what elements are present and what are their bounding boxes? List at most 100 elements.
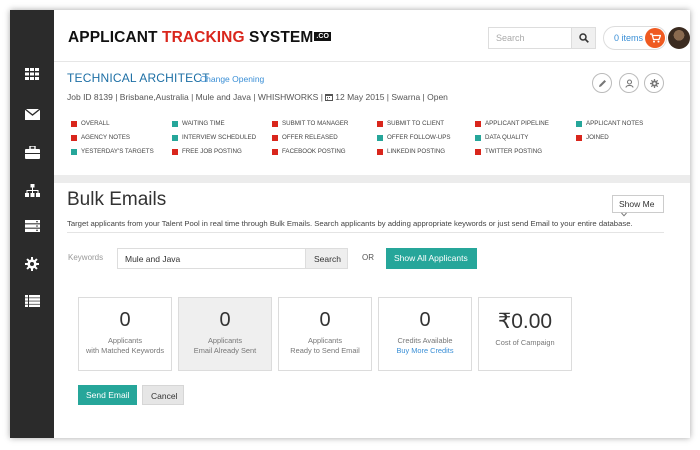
stat-label: Cost of Campaign — [495, 338, 555, 347]
cart-icon — [649, 33, 661, 43]
status-item[interactable]: APPLICANT PIPELINE — [475, 120, 549, 127]
global-search-button[interactable] — [571, 27, 596, 49]
status-swatch — [475, 120, 481, 127]
stat-value: 0 — [219, 309, 231, 331]
stat-label: Applicants Ready to Send Email — [290, 336, 360, 355]
status-swatch — [377, 148, 383, 155]
status-swatch — [172, 148, 178, 155]
user-icon — [624, 78, 634, 88]
stat-value: 0 — [319, 309, 331, 331]
status-swatch — [475, 148, 481, 155]
status-item[interactable]: JOINED — [576, 134, 609, 141]
keywords-label: Keywords — [68, 253, 104, 262]
show-all-applicants-button[interactable]: Show All Applicants — [386, 248, 477, 269]
status-item[interactable]: LINKEDIN POSTING — [377, 148, 445, 155]
stat-value: ₹0.00 — [497, 310, 553, 333]
sidebar-item-reports[interactable] — [10, 283, 54, 319]
status-swatch — [71, 148, 77, 155]
stat-card-ready: 0 Applicants Ready to Send Email — [278, 297, 372, 371]
stat-label: Credits Available Buy More Credits — [396, 336, 454, 355]
status-swatch — [71, 134, 77, 141]
change-opening-link[interactable]: Change Opening — [200, 74, 264, 84]
status-swatch — [272, 148, 278, 155]
status-swatch — [272, 120, 278, 127]
section-divider — [54, 175, 690, 183]
chevron-down-icon — [621, 212, 627, 217]
briefcase-icon — [24, 145, 40, 159]
status-item[interactable]: OFFER FOLLOW-UPS — [377, 134, 451, 141]
app-window: APPLICANT TRACKING SYSTEM .CO Search 0 it… — [10, 10, 690, 438]
global-search-input[interactable]: Search — [488, 27, 572, 49]
stat-value: 0 — [419, 309, 431, 331]
status-item[interactable]: SUBMIT TO MANAGER — [272, 120, 348, 127]
status-swatch — [576, 134, 582, 141]
status-item[interactable]: FREE JOB POSTING — [172, 148, 242, 155]
show-me-dropdown[interactable]: Show Me — [612, 195, 664, 217]
send-email-button[interactable]: Send Email — [78, 385, 137, 405]
cart-items-count: 0 items — [614, 33, 644, 43]
job-header: TECHNICAL ARCHITECT Change Opening Job I… — [54, 62, 690, 174]
status-item[interactable]: OVERALL — [71, 120, 110, 127]
list-icon — [24, 295, 40, 307]
stat-label: Applicants Email Already Sent — [193, 336, 257, 355]
sitemap-icon — [24, 183, 40, 197]
user-avatar[interactable] — [668, 27, 690, 49]
job-title: TECHNICAL ARCHITECT — [67, 71, 210, 85]
sidebar-item-database[interactable] — [10, 208, 54, 244]
status-item[interactable]: INTERVIEW SCHEDULED — [172, 134, 256, 141]
divider — [67, 232, 664, 233]
status-item[interactable]: APPLICANT NOTES — [576, 120, 643, 127]
status-item[interactable]: SUBMIT TO CLIENT — [377, 120, 444, 127]
sidebar-item-emails[interactable] — [10, 96, 54, 132]
cancel-button[interactable]: Cancel — [142, 385, 184, 405]
stat-card-credits: 0 Credits Available Buy More Credits — [378, 297, 472, 371]
job-meta: Job ID 8139 | Brisbane,Australia | Mule … — [67, 92, 448, 102]
search-icon — [578, 33, 589, 43]
gear-icon — [649, 78, 659, 88]
app-logo[interactable]: APPLICANT TRACKING SYSTEM .CO — [68, 29, 332, 47]
status-swatch — [377, 134, 383, 141]
bulk-emails-panel: Bulk Emails Show Me Target applicants fr… — [54, 183, 690, 438]
envelope-icon — [24, 108, 40, 120]
sidebar-item-organization[interactable] — [10, 172, 54, 208]
pencil-icon — [598, 79, 606, 87]
cart-button[interactable] — [645, 28, 665, 48]
status-item[interactable]: DATA QUALITY — [475, 134, 528, 141]
stat-card-matched: 0 Applicants with Matched Keywords — [78, 297, 172, 371]
status-item[interactable]: FACEBOOK POSTING — [272, 148, 346, 155]
status-swatch — [71, 120, 77, 127]
top-bar: APPLICANT TRACKING SYSTEM .CO Search 0 it… — [54, 10, 690, 62]
bulk-description: Target applicants from your Talent Pool … — [67, 219, 633, 228]
job-settings-button[interactable] — [644, 73, 664, 93]
status-item[interactable]: AGENCY NOTES — [71, 134, 130, 141]
sidebar-item-settings[interactable] — [10, 246, 54, 282]
server-icon — [24, 220, 40, 232]
status-swatch — [172, 120, 178, 127]
status-item[interactable]: OFFER RELEASED — [272, 134, 338, 141]
status-item[interactable]: YESTERDAY'S TARGETS — [71, 148, 154, 155]
sidebar-item-dashboard[interactable] — [10, 56, 54, 92]
stat-label: Applicants with Matched Keywords — [85, 336, 165, 355]
grid-icon — [25, 68, 39, 80]
sidebar — [10, 10, 54, 438]
edit-job-button[interactable] — [592, 73, 612, 93]
stat-card-already-sent: 0 Applicants Email Already Sent — [178, 297, 272, 371]
stat-value: 0 — [119, 309, 131, 331]
stat-card-cost: ₹0.00 Cost of Campaign — [478, 297, 572, 371]
buy-more-credits-link[interactable]: Buy More Credits — [396, 346, 453, 355]
status-swatch — [272, 134, 278, 141]
gear-icon — [25, 257, 39, 271]
status-swatch — [172, 134, 178, 141]
status-swatch — [377, 120, 383, 127]
status-item[interactable]: WAITING TIME — [172, 120, 225, 127]
status-swatch — [475, 134, 481, 141]
status-swatch — [576, 120, 582, 127]
job-contact-button[interactable] — [619, 73, 639, 93]
keywords-search-button[interactable]: Search — [305, 248, 348, 269]
page-title: Bulk Emails — [67, 189, 167, 210]
keywords-input[interactable]: Mule and Java — [117, 248, 305, 269]
sidebar-item-jobs[interactable] — [10, 134, 54, 170]
calendar-icon — [325, 94, 334, 101]
status-item[interactable]: TWITTER POSTING — [475, 148, 542, 155]
or-separator: OR — [362, 253, 374, 262]
